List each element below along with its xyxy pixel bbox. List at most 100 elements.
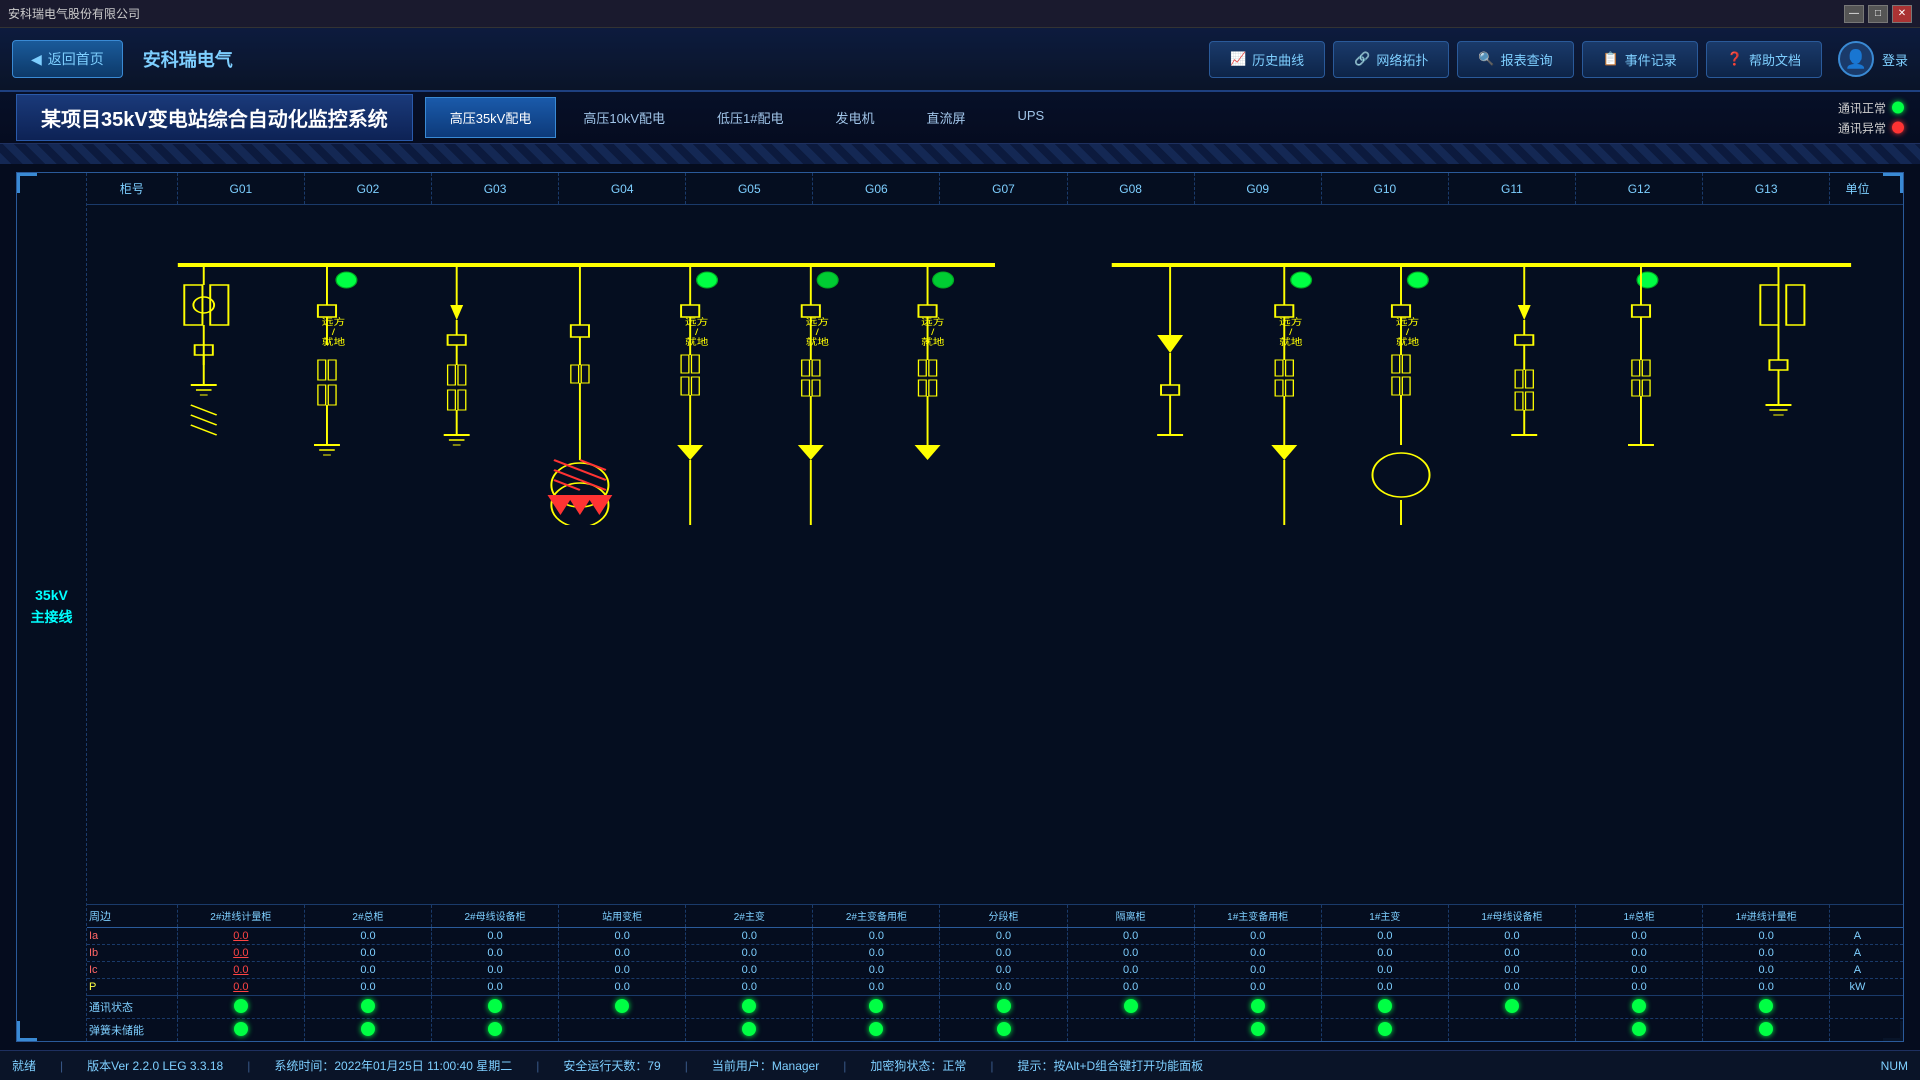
tab-lv1[interactable]: 低压1#配电 [692, 97, 808, 138]
col-header-guihao: 柜号 [87, 173, 178, 204]
encrypt-status: 加密狗状态：正常 [870, 1057, 966, 1074]
ic-row: Ic 0.0 0.0 0.0 0.0 0.0 0.0 0.0 0.0 0.0 0… [87, 962, 1903, 979]
svg-text:/: / [816, 328, 819, 337]
sys-time: 系统时间：2022年01月25日 11:00:40 星期二 [274, 1057, 512, 1074]
svg-text:远方: 远方 [1396, 316, 1419, 327]
network-icon: 🔗 [1354, 51, 1370, 67]
g13-schematic[interactable] [1760, 265, 1804, 415]
network-topology-button[interactable]: 🔗 网络拓扑 [1333, 41, 1449, 78]
tab-hv35kv[interactable]: 高压35kV配电 [425, 97, 557, 138]
event-log-button[interactable]: 📋 事件记录 [1582, 41, 1698, 78]
close-button[interactable]: ✕ [1892, 5, 1912, 23]
svg-text:/: / [695, 328, 698, 337]
corner-tl [17, 173, 37, 193]
svg-text:远方: 远方 [806, 316, 829, 327]
g10-schematic[interactable]: 远方 / 就地 [1372, 265, 1429, 497]
login-label[interactable]: 登录 [1882, 50, 1908, 69]
g09-comm-dot [1251, 999, 1265, 1013]
nav-buttons: 📈 历史曲线 🔗 网络拓扑 🔍 报表查询 📋 事件记录 ❓ 帮助文档 [1209, 41, 1822, 78]
g06-spring-dot [869, 1022, 883, 1036]
chart-icon: 📈 [1230, 51, 1246, 67]
hint-text: 提示：按Alt+D组合键打开功能面板 [1018, 1057, 1204, 1074]
login-area[interactable]: 👤 登录 [1838, 41, 1908, 77]
system-title: 某项目35kV变电站综合自动化监控系统 [16, 94, 413, 141]
current-user: 当前用户：Manager [712, 1057, 819, 1074]
stripe-decoration [0, 144, 1920, 164]
p-row: P 0.0 0.0 0.0 0.0 0.0 0.0 0.0 0.0 0.0 0.… [87, 979, 1903, 996]
g05-schematic[interactable]: 远方 / 就地 [677, 265, 717, 460]
window-controls[interactable]: — □ ✕ [1844, 5, 1912, 23]
svg-text:就地: 就地 [685, 336, 709, 347]
g12-schematic[interactable] [1628, 265, 1658, 445]
g03-comm-dot [488, 999, 502, 1013]
tab-dc-screen[interactable]: 直流屏 [901, 97, 990, 138]
g05-spring-dot [742, 1022, 756, 1036]
tab-ups[interactable]: UPS [993, 97, 1070, 138]
g12-comm-dot [1632, 999, 1646, 1013]
comm-error-dot [1892, 122, 1904, 134]
g03-schematic[interactable] [444, 265, 470, 445]
g09-spring-dot [1251, 1022, 1265, 1036]
col-header-g12: G12 [1576, 173, 1703, 204]
g05-comm-dot [742, 999, 756, 1013]
g09-bottom-transformer[interactable] [1258, 460, 1310, 525]
ib-row: Ib 0.0 0.0 0.0 0.0 0.0 0.0 0.0 0.0 0.0 0… [87, 945, 1903, 962]
svg-text:远方: 远方 [322, 316, 345, 327]
ia-row: Ia 0.0 0.0 0.0 0.0 0.0 0.0 0.0 0.0 0.0 0… [87, 928, 1903, 945]
avatar: 👤 [1838, 41, 1874, 77]
svg-text:就地: 就地 [1396, 336, 1420, 347]
g04-comm-dot [615, 999, 629, 1013]
col-header-g03: G03 [432, 173, 559, 204]
g10-spring-dot [1378, 1022, 1392, 1036]
g12-spring-dot [1632, 1022, 1646, 1036]
g11-comm-dot [1505, 999, 1519, 1013]
g08-schematic[interactable] [1157, 265, 1183, 435]
g05-bottom-transformer[interactable] [664, 460, 716, 525]
ready-status: 就绪 [12, 1057, 36, 1074]
tab-hv10kv[interactable]: 高压10kV配电 [558, 97, 690, 138]
schematic-area: 远方 / 就地 [87, 205, 1903, 1041]
tabs-container: 高压35kV配电 高压10kV配电 低压1#配电 发电机 直流屏 UPS [425, 97, 1920, 138]
g10-bottom-transformer[interactable] [1375, 500, 1427, 525]
col-header-g09: G09 [1195, 173, 1322, 204]
svg-text:就地: 就地 [1279, 336, 1303, 347]
svg-text:就地: 就地 [806, 336, 830, 347]
g09-schematic[interactable]: 远方 / 就地 [1271, 265, 1311, 460]
minimize-button[interactable]: — [1844, 5, 1864, 23]
g01-schematic[interactable] [184, 265, 228, 435]
back-button[interactable]: ◀ 返回首页 [12, 40, 123, 78]
spring-energy-row: 弹簧未储能 [87, 1019, 1903, 1041]
search-icon: 🔍 [1478, 51, 1494, 67]
main-content: 35kV 主接线 柜号 G01 G02 G03 G04 G05 G06 G07 … [0, 164, 1920, 1050]
status-indicators: 通讯正常 通讯异常 [1838, 99, 1904, 136]
main-bus-label: 35kV 主接线 [17, 173, 87, 1041]
report-query-button[interactable]: 🔍 报表查询 [1457, 41, 1573, 78]
event-icon: 📋 [1603, 51, 1619, 67]
corner-tr [1883, 173, 1903, 193]
history-curve-button[interactable]: 📈 历史曲线 [1209, 41, 1325, 78]
svg-text:/: / [931, 328, 934, 337]
g07-spring-dot [997, 1022, 1011, 1036]
g11-schematic[interactable] [1511, 265, 1537, 435]
window-title: 安科瑞电气股份有限公司 [8, 5, 140, 22]
g02-schematic[interactable]: 远方 / 就地 [314, 265, 357, 455]
g10-comm-dot [1378, 999, 1392, 1013]
g06-schematic[interactable]: 远方 / 就地 [798, 265, 838, 460]
comm-normal-dot [1892, 102, 1904, 114]
col-header-g01: G01 [178, 173, 305, 204]
col-header-g13: G13 [1703, 173, 1830, 204]
maximize-button[interactable]: □ [1868, 5, 1888, 23]
tab-generator[interactable]: 发电机 [810, 97, 899, 138]
col-header-g11: G11 [1449, 173, 1576, 204]
col-header-g02: G02 [305, 173, 432, 204]
corner-bl [17, 1021, 37, 1041]
diagram-container: 35kV 主接线 柜号 G01 G02 G03 G04 G05 G06 G07 … [16, 172, 1904, 1042]
g07-schematic[interactable]: 远方 / 就地 [915, 265, 954, 460]
help-doc-button[interactable]: ❓ 帮助文档 [1706, 41, 1822, 78]
company-name: 安科瑞电气 [143, 46, 233, 72]
g02-comm-dot [361, 999, 375, 1013]
g04-schematic[interactable] [547, 265, 612, 525]
svg-text:/: / [1406, 328, 1409, 337]
svg-text:就地: 就地 [921, 336, 945, 347]
g06-bottom-transformer[interactable] [785, 460, 837, 525]
